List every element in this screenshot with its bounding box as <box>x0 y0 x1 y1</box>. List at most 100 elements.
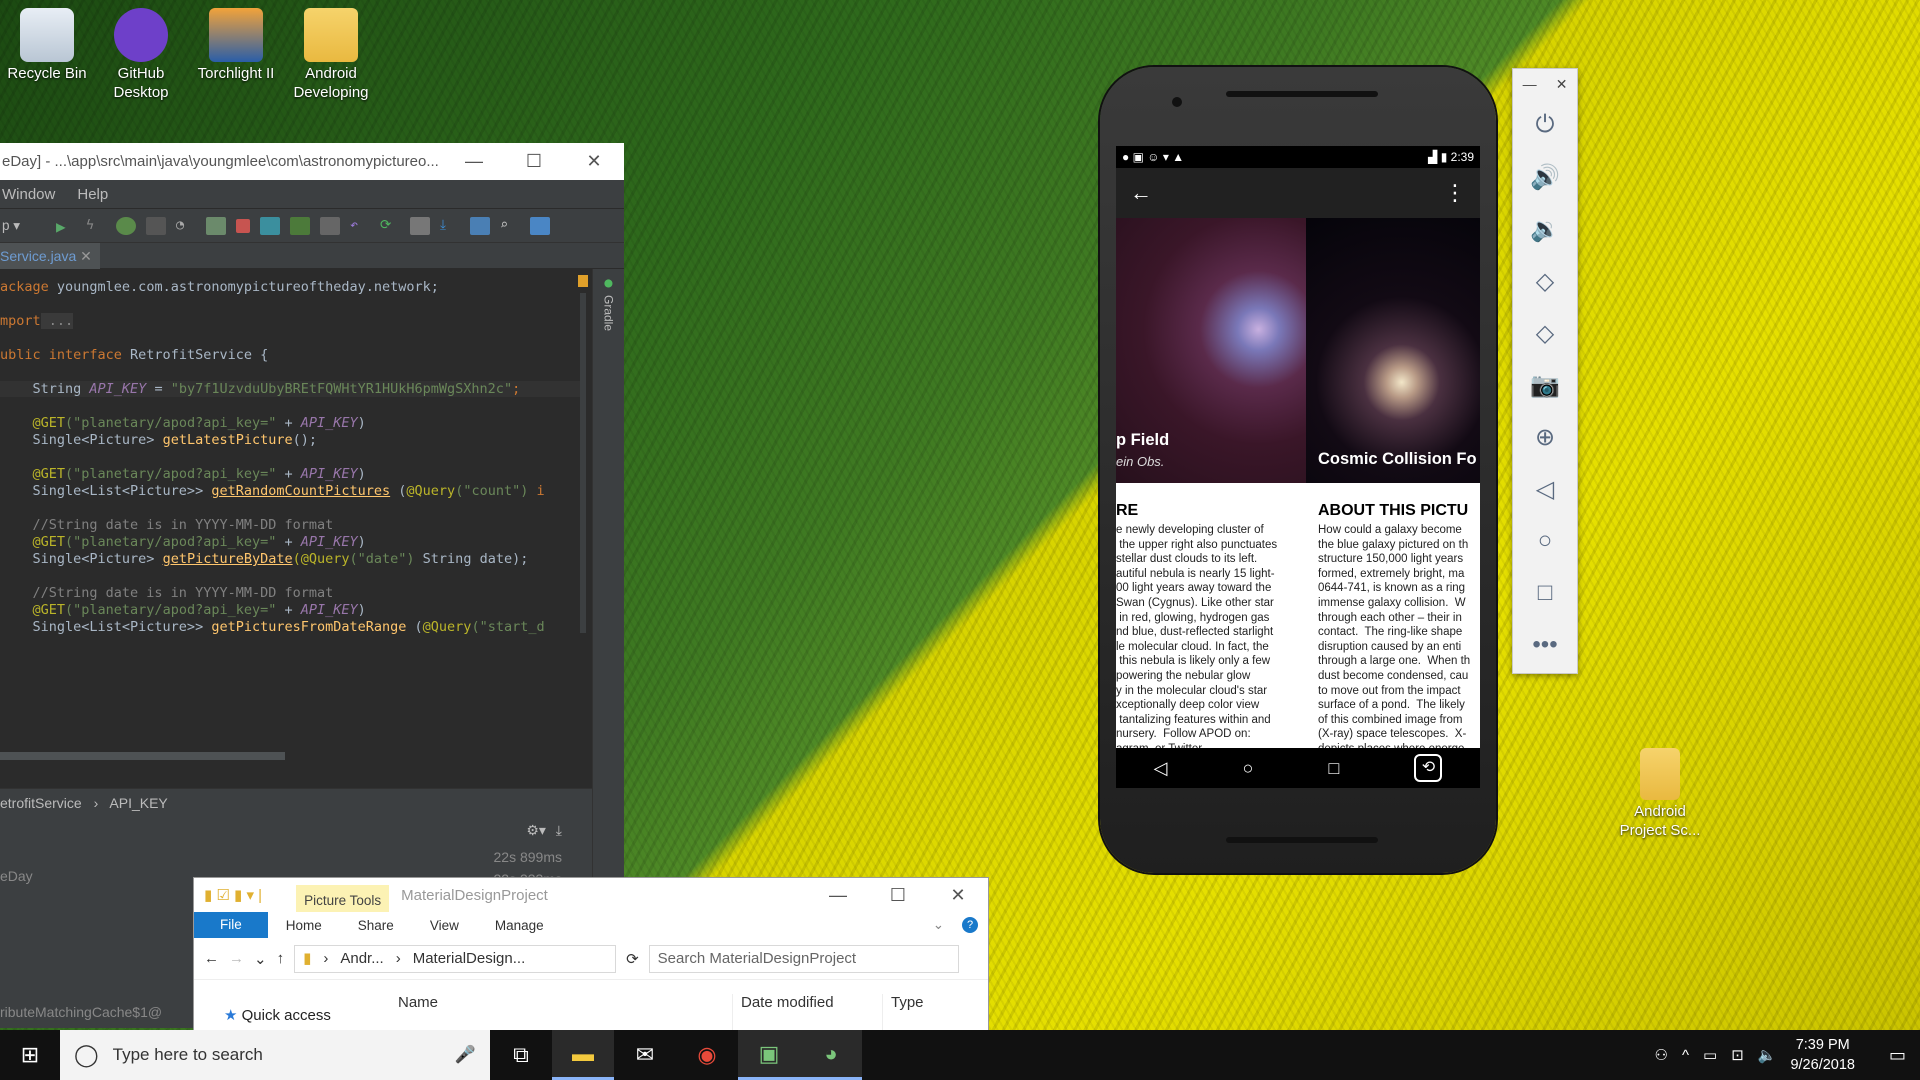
close-icon[interactable]: ✕ <box>564 151 624 172</box>
start-button[interactable]: ⊞ <box>0 1030 60 1080</box>
mail-icon[interactable]: ✉ <box>614 1030 676 1080</box>
run-icon[interactable]: ▶ <box>56 217 76 236</box>
picture-image[interactable] <box>1306 218 1480 483</box>
volume-up-icon[interactable]: 🔊 <box>1513 151 1577 203</box>
volume-down-icon[interactable]: 🔉 <box>1513 203 1577 255</box>
close-icon[interactable]: ✕ <box>928 885 988 906</box>
revert-icon[interactable]: ↶ <box>350 217 370 235</box>
debug-icon[interactable] <box>116 216 136 235</box>
more-icon[interactable]: ••• <box>1513 619 1577 671</box>
path-segment[interactable]: Andr... <box>340 946 383 972</box>
picture-card[interactable]: p Field ein Obs. RE e newly developing c… <box>1116 218 1306 748</box>
quick-access-item[interactable]: ★ Quick access <box>224 1006 331 1024</box>
tab-home[interactable]: Home <box>268 918 340 933</box>
chrome-icon[interactable]: ◉ <box>676 1030 738 1080</box>
column-name[interactable]: Name <box>390 994 732 1030</box>
project-structure-icon[interactable] <box>470 216 490 235</box>
tab-manage[interactable]: Manage <box>477 918 562 933</box>
rotate-left-icon[interactable]: ◇ <box>1513 255 1577 307</box>
column-type[interactable]: Type <box>882 994 924 1030</box>
home-icon[interactable]: ○ <box>1513 515 1577 567</box>
attach-debugger-icon[interactable] <box>206 216 226 235</box>
forward-arrow-icon[interactable]: → <box>229 950 244 967</box>
vcs-commit-icon[interactable] <box>290 216 310 235</box>
stop-icon[interactable] <box>236 218 250 233</box>
picture-pager[interactable]: p Field ein Obs. RE e newly developing c… <box>1116 218 1480 748</box>
rotate-right-icon[interactable]: ◇ <box>1513 307 1577 359</box>
zoom-icon[interactable]: ⊕ <box>1513 411 1577 463</box>
task-view-icon[interactable]: ⧉ <box>490 1030 552 1080</box>
vcs-history-icon[interactable] <box>320 216 340 235</box>
file-explorer-icon[interactable]: ▬ <box>552 1030 614 1080</box>
refresh-icon[interactable]: ⟳ <box>626 950 639 968</box>
close-tab-icon[interactable]: ✕ <box>80 248 92 264</box>
code-editor[interactable]: ackage youngmlee.com.astronomypictureoft… <box>0 269 592 769</box>
picture-card[interactable]: Cosmic Collision Fo ABOUT THIS PICTU How… <box>1306 218 1480 748</box>
column-date-modified[interactable]: Date modified <box>732 994 882 1030</box>
minimize-icon[interactable]: — <box>1523 76 1537 92</box>
path-segment[interactable]: MaterialDesign... <box>413 946 526 972</box>
breadcrumb-item[interactable]: etrofitService <box>0 795 82 811</box>
download-icon[interactable]: ⤓ <box>556 822 562 838</box>
sync-gradle-icon[interactable]: ⟳ <box>380 217 400 235</box>
menu-window[interactable]: Window <box>2 186 55 203</box>
quick-access-toolbar-icon[interactable]: ▮ ☑ ▮ ▾ | <box>204 886 262 904</box>
chevron-down-icon[interactable]: ⌄ <box>915 917 962 933</box>
network-icon[interactable]: ⊡ <box>1731 1046 1744 1064</box>
apply-changes-icon[interactable]: ϟ <box>86 217 106 235</box>
tab-retrofitservice[interactable]: Service.java ✕ <box>0 243 100 269</box>
tab-file[interactable]: File <box>194 912 268 938</box>
nav-recents-icon[interactable]: □ <box>1328 758 1339 779</box>
breadcrumb-item[interactable]: API_KEY <box>109 795 167 811</box>
minimize-icon[interactable]: — <box>444 151 504 172</box>
battery-icon[interactable]: ▭ <box>1703 1046 1717 1064</box>
vertical-scrollbar[interactable] <box>580 293 586 633</box>
camera-icon[interactable]: 📷 <box>1513 359 1577 411</box>
avd-manager-icon[interactable] <box>410 216 430 235</box>
overflow-menu-icon[interactable]: ⋮ <box>1444 180 1466 206</box>
tab-share[interactable]: Share <box>340 918 412 933</box>
minimize-icon[interactable]: — <box>808 885 868 906</box>
close-icon[interactable]: ✕ <box>1556 76 1568 93</box>
back-arrow-icon[interactable]: ← <box>204 950 219 967</box>
chevron-up-icon[interactable]: ^ <box>1682 1047 1689 1064</box>
back-icon[interactable]: ◁ <box>1513 463 1577 515</box>
maximize-icon[interactable]: ☐ <box>868 885 928 906</box>
nav-rotate-icon[interactable]: ⟲ <box>1414 754 1443 782</box>
search-icon[interactable]: ⌕ <box>500 217 520 235</box>
horizontal-scrollbar[interactable] <box>0 752 285 760</box>
microphone-icon[interactable]: 🎤 <box>455 1045 476 1065</box>
desktop-icon-android-developing[interactable]: Android Developing <box>283 8 379 102</box>
sdk-manager-icon[interactable]: ⤓ <box>440 217 460 235</box>
up-arrow-icon[interactable]: ↑ <box>277 950 285 967</box>
warning-marker[interactable] <box>578 275 588 287</box>
desktop-icon-android-project[interactable]: Android Project Sc... <box>1612 748 1708 840</box>
nav-home-icon[interactable]: ○ <box>1242 758 1253 779</box>
vcs-update-icon[interactable] <box>260 216 280 235</box>
recent-locations-icon[interactable]: ⌄ <box>254 950 267 968</box>
help-icon[interactable]: ? <box>962 917 978 933</box>
run-config-select[interactable]: p ▾ <box>2 218 46 234</box>
nav-back-icon[interactable]: ◁ <box>1154 758 1168 779</box>
volume-icon[interactable]: 🔈 <box>1758 1046 1777 1064</box>
menu-help[interactable]: Help <box>77 186 108 203</box>
tab-view[interactable]: View <box>412 918 477 933</box>
people-icon[interactable]: ⚇ <box>1655 1046 1668 1064</box>
search-input[interactable]: Search MaterialDesignProject <box>648 944 959 973</box>
gear-icon[interactable]: ⚙▾ <box>526 822 546 838</box>
desktop-icon-recycle-bin[interactable]: Recycle Bin <box>0 8 95 83</box>
power-icon[interactable]: ⏻ <box>1513 99 1577 151</box>
action-center-icon[interactable]: ▭ <box>1889 1045 1906 1066</box>
maximize-icon[interactable]: ☐ <box>504 151 564 172</box>
android-studio-icon[interactable]: ▣ <box>738 1030 800 1080</box>
path-field[interactable]: ▮ › Andr... › MaterialDesign... <box>294 944 617 973</box>
gradle-tab[interactable]: Gradle <box>602 295 616 331</box>
profile-icon[interactable]: ◔ <box>176 217 196 235</box>
clock[interactable]: 7:39 PM 9/26/2018 <box>1790 1035 1855 1075</box>
phone-screen[interactable]: ● ▣ ☺ ▾ ▲ ▟ ▮ 2:39 ← ⋮ p Field ein Obs. … <box>1116 146 1480 788</box>
gradle-icon[interactable]: ● <box>593 275 624 291</box>
android-emulator-icon[interactable]: ◕ <box>800 1030 862 1080</box>
back-arrow-icon[interactable]: ← <box>1130 180 1152 206</box>
desktop-icon-github[interactable]: GitHub Desktop <box>93 8 189 102</box>
overview-icon[interactable]: □ <box>1513 567 1577 619</box>
